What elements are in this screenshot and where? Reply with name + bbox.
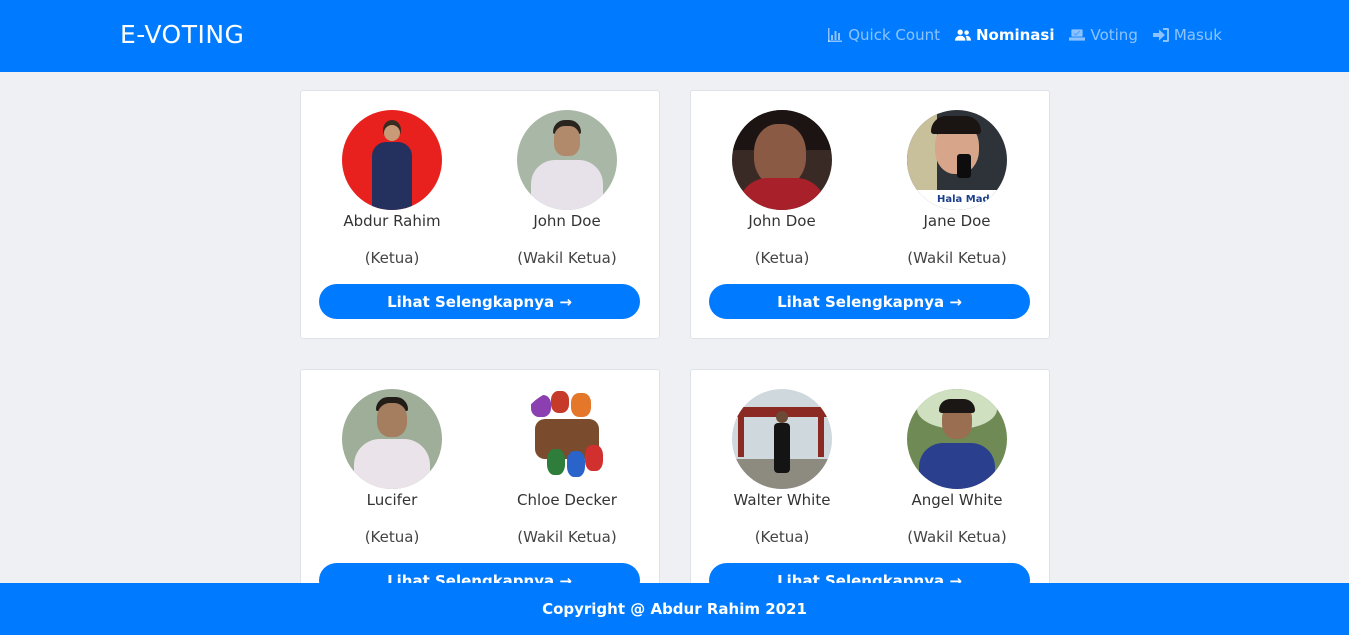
footer: Copyright @ Abdur Rahim 2021 bbox=[0, 583, 1349, 635]
view-details-button[interactable]: Lihat Selengkapnya → bbox=[709, 284, 1030, 319]
candidate-name: Abdur Rahim bbox=[343, 212, 441, 230]
users-icon bbox=[954, 29, 971, 41]
nav-item-nominasi[interactable]: Nominasi bbox=[954, 26, 1055, 44]
candidate-card-2: John Doe (Ketua) Hala Mad Jane Doe (Waki… bbox=[690, 90, 1050, 339]
candidate-name: John Doe bbox=[533, 212, 601, 230]
nav-label: Voting bbox=[1090, 26, 1138, 44]
candidate-name: Jane Doe bbox=[923, 212, 991, 230]
candidate-photo bbox=[342, 110, 442, 210]
candidate-role: (Ketua) bbox=[754, 249, 810, 267]
candidate-role: (Ketua) bbox=[364, 249, 420, 267]
candidate-name: Angel White bbox=[911, 491, 1003, 509]
candidate-photo bbox=[517, 389, 617, 489]
candidate-card-3: Lucifer (Ketua) Chloe Decker (Wakil Ketu… bbox=[300, 369, 660, 618]
candidate-role: (Ketua) bbox=[364, 528, 420, 546]
candidate-name: Walter White bbox=[733, 491, 831, 509]
candidate-photo bbox=[907, 389, 1007, 489]
candidate-role: (Wakil Ketua) bbox=[907, 249, 1007, 267]
chart-bar-icon bbox=[828, 28, 843, 42]
candidate-card-1: Abdur Rahim (Ketua) John Doe (Wakil Ketu… bbox=[300, 90, 660, 339]
candidate-role: (Wakil Ketua) bbox=[517, 528, 617, 546]
candidate-card-4: Walter White (Ketua) Angel White (Wakil … bbox=[690, 369, 1050, 618]
view-details-button[interactable]: Lihat Selengkapnya → bbox=[319, 284, 640, 319]
candidate-photo bbox=[517, 110, 617, 210]
photo-overlay-text: Hala Mad bbox=[937, 194, 990, 205]
chair-candidate: Lucifer (Ketua) bbox=[317, 389, 467, 546]
nav-label: Nominasi bbox=[975, 26, 1055, 44]
candidate-name: Chloe Decker bbox=[517, 491, 617, 509]
candidate-role: (Wakil Ketua) bbox=[907, 528, 1007, 546]
navbar: E-VOTING Quick Count Nominasi Voting Mas… bbox=[0, 0, 1349, 72]
vice-candidate: Hala Mad Jane Doe (Wakil Ketua) bbox=[882, 110, 1032, 267]
nav-item-voting[interactable]: Voting bbox=[1069, 26, 1138, 44]
nav-label: Quick Count bbox=[848, 26, 940, 44]
candidate-name: John Doe bbox=[748, 212, 816, 230]
candidate-role: (Wakil Ketua) bbox=[517, 249, 617, 267]
vice-candidate: Chloe Decker (Wakil Ketua) bbox=[492, 389, 642, 546]
vice-candidate: John Doe (Wakil Ketua) bbox=[492, 110, 642, 267]
brand-logo[interactable]: E-VOTING bbox=[120, 20, 244, 49]
sign-in-icon bbox=[1152, 28, 1169, 42]
nav-item-quick-count[interactable]: Quick Count bbox=[827, 26, 940, 44]
nav-menu: Quick Count Nominasi Voting Masuk bbox=[827, 26, 1222, 44]
candidate-photo bbox=[342, 389, 442, 489]
candidate-name: Lucifer bbox=[366, 491, 418, 509]
candidate-photo bbox=[732, 389, 832, 489]
candidate-photo: Hala Mad bbox=[907, 110, 1007, 210]
chair-candidate: John Doe (Ketua) bbox=[707, 110, 857, 267]
copyright-text: Copyright @ Abdur Rahim 2021 bbox=[542, 600, 807, 618]
nav-label: Masuk bbox=[1173, 26, 1222, 44]
chair-candidate: Abdur Rahim (Ketua) bbox=[317, 110, 467, 267]
chair-candidate: Walter White (Ketua) bbox=[707, 389, 857, 546]
vice-candidate: Angel White (Wakil Ketua) bbox=[882, 389, 1032, 546]
candidate-role: (Ketua) bbox=[754, 528, 810, 546]
nav-item-masuk[interactable]: Masuk bbox=[1152, 26, 1222, 44]
vote-box-icon bbox=[1069, 29, 1086, 41]
candidate-photo bbox=[732, 110, 832, 210]
